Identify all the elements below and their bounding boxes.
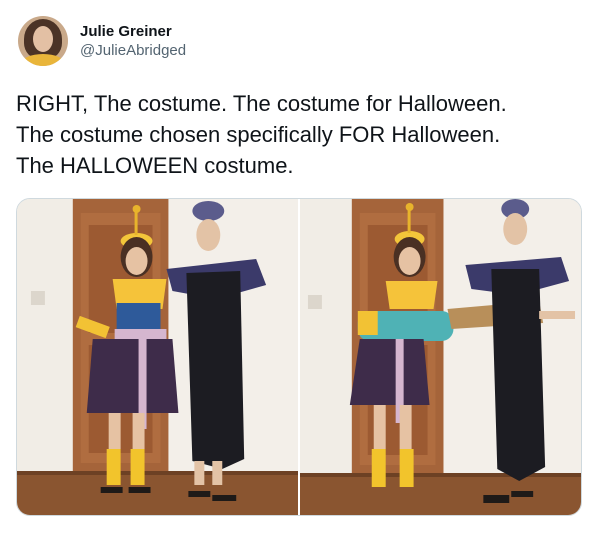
costume-photo-right-icon	[300, 199, 581, 515]
costume-photo-left-icon	[17, 199, 298, 515]
author-display-name[interactable]: Julie Greiner	[80, 22, 186, 41]
tweet-text-line-1: RIGHT, The costume. The costume for Hall…	[16, 91, 507, 116]
tweet-text: RIGHT, The costume. The costume for Hall…	[16, 88, 586, 181]
avatar[interactable]	[18, 16, 68, 66]
tweet-text-line-2: The costume chosen specifically FOR Hall…	[16, 122, 501, 147]
tweet-header: Julie Greiner @JulieAbridged	[18, 16, 186, 66]
media-photo-left[interactable]	[17, 199, 298, 515]
author-names: Julie Greiner @JulieAbridged	[80, 22, 186, 60]
media-photo-right[interactable]	[300, 199, 581, 515]
tweet-media-grid	[16, 198, 582, 516]
author-handle[interactable]: @JulieAbridged	[80, 41, 186, 60]
tweet-text-line-3: The HALLOWEEN costume.	[16, 153, 294, 178]
